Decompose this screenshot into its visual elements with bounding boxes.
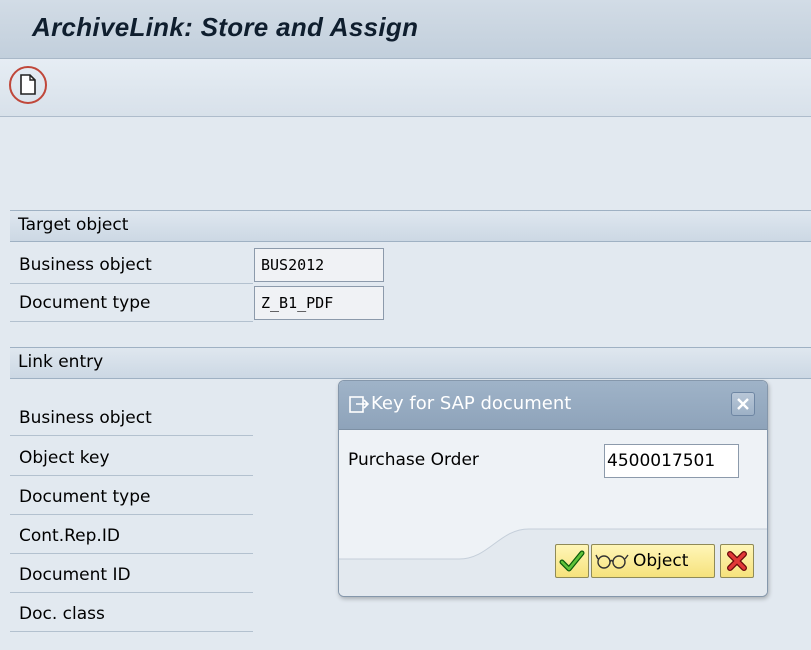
ok-button[interactable] [555, 544, 589, 578]
link-label-object-key: Object key [10, 437, 253, 476]
document-type-input[interactable]: Z_B1_PDF [254, 286, 384, 320]
label-text: Document ID [19, 565, 131, 585]
field-label-document-type: Document type [10, 285, 253, 322]
section-title: Link entry [18, 352, 104, 372]
link-label-doc-class: Doc. class [10, 593, 253, 632]
new-document-button[interactable] [9, 66, 47, 104]
link-entry-header: Link entry [10, 347, 811, 379]
new-document-icon [20, 74, 36, 95]
input-value: 4500017501 [607, 451, 716, 471]
application-toolbar [0, 59, 811, 117]
label-text: Business object [19, 408, 152, 428]
cancel-button[interactable] [720, 544, 754, 578]
title-bar: ArchiveLink: Store and Assign [0, 0, 811, 59]
target-object-header: Target object [10, 210, 811, 242]
glasses-icon [595, 554, 629, 569]
section-title: Target object [18, 215, 129, 235]
label-text: Cont.Rep.ID [19, 526, 120, 546]
key-dialog: Key for SAP document Purchase Order 4500… [338, 380, 768, 597]
dialog-close-button[interactable] [731, 392, 755, 416]
link-label-document-type: Document type [10, 476, 253, 515]
business-object-input[interactable]: BUS2012 [254, 248, 384, 282]
object-button-label: Object [633, 551, 689, 571]
close-icon [737, 398, 749, 410]
purchase-order-label: Purchase Order [348, 450, 479, 470]
link-label-business-object: Business object [10, 397, 253, 436]
label-text: Object key [19, 448, 110, 468]
label-text: Doc. class [19, 604, 105, 624]
link-label-document-id: Document ID [10, 554, 253, 593]
dialog-window-icon [349, 396, 370, 413]
link-label-cont-rep-id: Cont.Rep.ID [10, 515, 253, 554]
label-text: Document type [19, 487, 151, 507]
input-value: Z_B1_PDF [261, 294, 334, 312]
checkmark-icon [559, 550, 585, 572]
object-button[interactable]: Object [591, 544, 715, 578]
cancel-x-icon [727, 551, 747, 571]
label-text: Business object [19, 255, 152, 275]
field-label-business-object: Business object [10, 247, 253, 284]
input-value: BUS2012 [261, 256, 325, 274]
dialog-title-bar: Key for SAP document [339, 381, 767, 430]
label-text: Document type [19, 293, 151, 313]
page-title: ArchiveLink: Store and Assign [32, 12, 419, 42]
purchase-order-input[interactable]: 4500017501 [604, 444, 739, 478]
dialog-title: Key for SAP document [371, 393, 572, 414]
